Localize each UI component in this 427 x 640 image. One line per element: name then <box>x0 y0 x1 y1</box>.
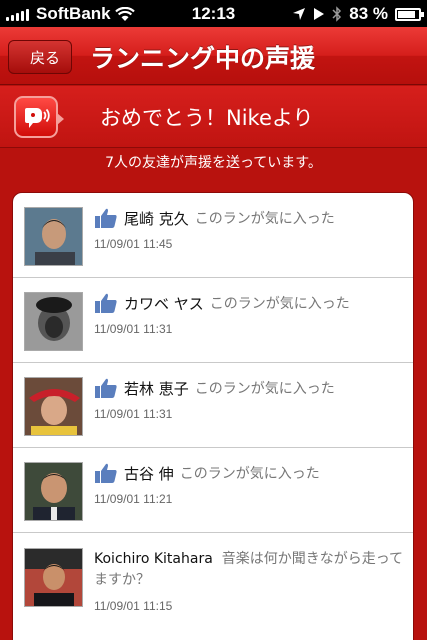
cheer-banner: おめでとう！Nikeより <box>0 86 427 148</box>
friend-name: 尾崎 克久 <box>124 209 189 228</box>
thumbs-up-icon <box>95 293 117 313</box>
friend-name: 古谷 伸 <box>124 464 174 483</box>
cheer-list[interactable]: 尾崎 克久 このランが気に入った 11/09/01 11:45 カワベ ヤス こ… <box>12 192 414 640</box>
thumbs-up-icon <box>95 208 117 228</box>
avatar <box>24 462 83 521</box>
cheer-message: このランが気に入った <box>179 466 320 482</box>
avatar <box>24 548 83 607</box>
cheer-timestamp: 11/09/01 11:31 <box>94 407 173 421</box>
friend-name: 若林 恵子 <box>124 379 189 398</box>
list-item[interactable]: Koichiro Kitahara 音楽は何か聞きながら走ってますか？ 11/0… <box>13 533 413 640</box>
battery-percent: 83 % <box>349 4 388 23</box>
avatar <box>24 377 83 436</box>
location-arrow-icon <box>293 8 306 20</box>
list-item[interactable]: カワベ ヤス このランが気に入った 11/09/01 11:31 <box>13 278 413 363</box>
banner-message: おめでとう！Nikeより <box>100 106 314 130</box>
cheer-count-text: 7人の友達が声援を送っています。 <box>105 155 322 171</box>
cheer-message: このランが気に入った <box>194 211 335 227</box>
cheer-message: このランが気に入った <box>194 381 335 397</box>
bluetooth-icon <box>332 6 342 22</box>
avatar <box>24 292 83 351</box>
list-item[interactable]: 若林 恵子 このランが気に入った 11/09/01 11:31 <box>13 363 413 448</box>
cheer-content: Koichiro Kitahara 音楽は何か聞きながら走ってますか？ <box>94 549 405 591</box>
thumbs-up-icon <box>95 378 117 398</box>
cheer-content: 若林 恵子 このランが気に入った <box>94 377 405 399</box>
cheer-message: このランが気に入った <box>209 296 350 312</box>
play-icon <box>314 8 325 20</box>
list-item[interactable]: 尾崎 克久 このランが気に入った 11/09/01 11:45 <box>13 193 413 278</box>
list-item[interactable]: 古谷 伸 このランが気に入った 11/09/01 11:21 <box>13 448 413 533</box>
speech-sound-icon <box>14 96 64 138</box>
cheer-content: 尾崎 克久 このランが気に入った <box>94 207 405 229</box>
cheer-timestamp: 11/09/01 11:21 <box>94 492 173 506</box>
cheer-content: カワベ ヤス このランが気に入った <box>94 292 405 314</box>
back-button[interactable]: 戻る <box>8 40 72 74</box>
status-bar: SoftBank 12:13 83 % <box>0 0 427 27</box>
navigation-bar: 戻る ランニング中の声援 <box>0 27 427 85</box>
page-title: ランニング中の声援 <box>90 44 316 73</box>
back-button-label: 戻る <box>29 48 60 67</box>
status-right: 83 % <box>292 4 424 24</box>
cheer-timestamp: 11/09/01 11:31 <box>94 322 173 336</box>
cheer-timestamp: 11/09/01 11:15 <box>94 599 173 613</box>
cheer-timestamp: 11/09/01 11:45 <box>94 237 173 251</box>
cheer-content: 古谷 伸 このランが気に入った <box>94 462 405 484</box>
thumbs-up-icon <box>95 463 117 483</box>
friend-name: Koichiro Kitahara <box>94 551 213 567</box>
friend-name: カワベ ヤス <box>124 294 204 313</box>
avatar <box>24 207 83 266</box>
battery-icon <box>395 7 424 21</box>
